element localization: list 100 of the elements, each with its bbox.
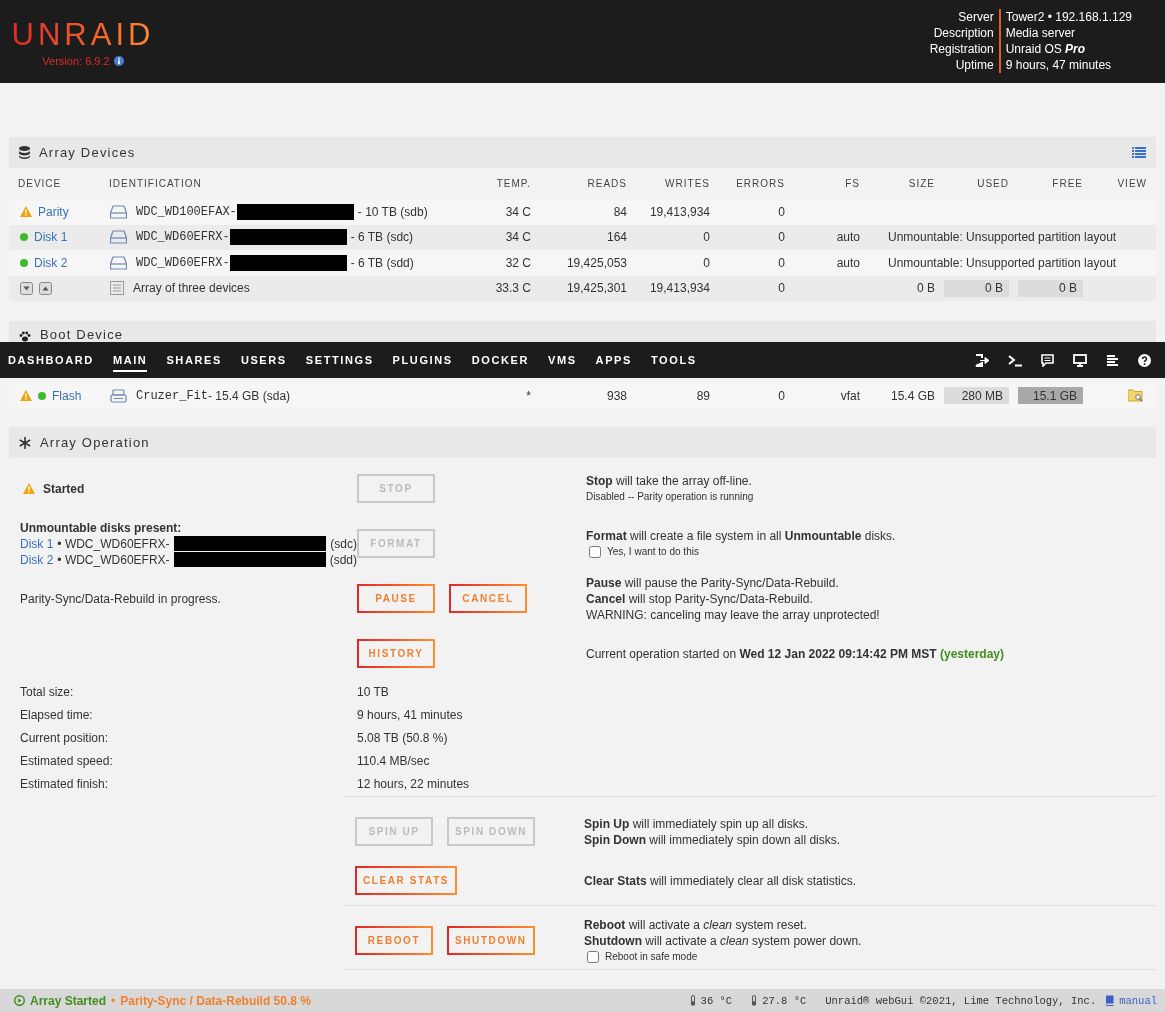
device-link[interactable]: Disk 2 [34, 255, 68, 270]
table-cell-text: 89 [695, 388, 711, 403]
thermometer-icon [751, 995, 758, 1006]
disk-device: (sdd) [329, 551, 357, 568]
stat-value: 10 TB [357, 684, 390, 701]
info-value: Unraid OS Pro [1004, 41, 1087, 57]
version-text: Version: 6.9.2 [42, 55, 110, 67]
table-cell-text: 19,413,934 [648, 281, 711, 296]
chat-icon[interactable] [1041, 353, 1054, 367]
unmountable-heading: Unmountable disks present: [20, 519, 183, 536]
nav-tab[interactable]: PLUGINS [392, 350, 453, 372]
disk-model: • WDC_WD60EFRX- [57, 535, 170, 552]
collapse-icon[interactable] [20, 281, 33, 295]
device-link[interactable]: Flash [52, 388, 82, 403]
help-icon[interactable] [1138, 353, 1151, 367]
info-label: Description [929, 25, 1001, 41]
stat-value: 9 hours, 41 minutes [357, 707, 464, 724]
separator: • [111, 993, 116, 1008]
table-cell-text: 0 [702, 230, 711, 245]
description-text: Format will create a file system in all Unmountable disks. [586, 528, 896, 543]
array-status: Started [43, 481, 85, 496]
usage-value: 0 B [985, 281, 1004, 296]
logout-icon[interactable] [975, 353, 989, 367]
device-link[interactable]: Disk 1 [34, 230, 68, 245]
nav-tab[interactable]: TOOLS [650, 350, 697, 372]
stat-label: Estimated speed: [20, 753, 114, 770]
folder-search-icon[interactable] [1128, 389, 1144, 402]
panel-title: Array Operation [40, 435, 150, 450]
column-header: USED [976, 178, 1010, 189]
table-cell-text: 0 [777, 388, 786, 403]
nav-tab[interactable]: SETTINGS [305, 350, 374, 372]
stat-value: 5.08 TB (50.8 %) [357, 730, 449, 747]
nav-tab[interactable]: DASHBOARD [8, 350, 94, 372]
terminal-icon[interactable] [1008, 353, 1022, 367]
table-cell-text: 32 C [504, 255, 532, 270]
list-icon[interactable] [1132, 147, 1146, 158]
description-text: Pause will pause the Parity-Sync/Data-Rebuild. [586, 575, 839, 590]
info-icon[interactable] [113, 56, 124, 66]
stat-value: 110.4 MB/sec [357, 753, 431, 770]
device-link[interactable]: Parity [38, 204, 69, 219]
column-header: TEMP. [495, 178, 532, 189]
database-icon [19, 146, 30, 159]
disk-model: WDC_WD60EFRX- [136, 230, 230, 245]
panel-title: Array Devices [39, 145, 136, 160]
table-cell-text: 0 B [916, 281, 936, 296]
column-header: DEVICE [17, 178, 63, 189]
nav-tab[interactable]: USERS [240, 350, 287, 372]
nav-tab[interactable]: MAIN [112, 350, 148, 372]
copyright-text: Unraid® webGui ©2021, Lime Technology, Inc. [825, 994, 1097, 1007]
disk-link[interactable]: Disk 2 [20, 551, 54, 568]
info-value: Media server [1004, 25, 1077, 41]
usage-value: 0 B [1059, 281, 1078, 296]
nav-tab[interactable]: SHARES [166, 350, 222, 372]
column-header: WRITES [664, 178, 711, 189]
manual-link[interactable]: manual [1119, 994, 1157, 1007]
table-cell-text: * [525, 388, 532, 403]
info-label: Registration [929, 41, 1001, 57]
nav-tab[interactable]: VMS [547, 350, 577, 372]
disk-capacity: - 15.4 GB (sda) [208, 388, 291, 403]
temperature: 27.8 °C [762, 994, 807, 1007]
table-cell-text: 84 [612, 204, 628, 219]
checkbox[interactable] [589, 545, 601, 558]
relative-time: (yesterday) [938, 646, 1004, 661]
table-cell-text: 938 [605, 388, 628, 403]
nav-tab[interactable]: APPS [595, 350, 632, 372]
thermometer-icon [689, 995, 696, 1006]
operation-status: Parity-Sync/Data-Rebuild in progress. [20, 591, 221, 606]
table-cell-text: 15.4 GB [889, 388, 936, 403]
array-state: Array Started [30, 993, 107, 1008]
table-cell-text: auto [835, 255, 861, 270]
disk-capacity: - 10 TB (sdb) [357, 204, 428, 219]
column-header: VIEW [1116, 178, 1148, 189]
snowflake-icon [19, 436, 31, 449]
description-text: Cancel will stop Parity-Sync/Data-Rebuild. [586, 591, 813, 606]
stat-label: Total size: [20, 684, 75, 701]
expand-icon[interactable] [39, 281, 52, 295]
checkbox-label: Reboot in safe mode [605, 949, 698, 964]
disk-model: • WDC_WD60EFRX- [57, 551, 170, 568]
table-cell-text: 0 [702, 255, 711, 270]
table-cell-text: vfat [839, 388, 861, 403]
monitor-icon[interactable] [1073, 353, 1087, 367]
info-value: Tower2 • 192.168.1.129 [1004, 9, 1132, 25]
usage-value: 15.1 GB [1032, 388, 1078, 403]
hard-drive-icon [110, 204, 127, 219]
description-text: Current operation started on Wed 12 Jan 2022 09:14:42 PM MST [586, 646, 937, 661]
column-header: READS [586, 178, 628, 189]
nav-tab[interactable]: DOCKER [471, 350, 529, 372]
stat-label: Current position: [20, 730, 110, 747]
log-icon[interactable] [1106, 353, 1119, 367]
column-header: IDENTIFICATION [108, 178, 203, 189]
info-value: 9 hours, 47 minutes [1004, 57, 1113, 73]
table-cell-text: 164 [605, 230, 628, 245]
warning-icon [23, 483, 35, 494]
temperature: 36 °C [700, 994, 733, 1007]
column-header: ERRORS [735, 178, 786, 189]
table-cell-text: 0 [777, 281, 786, 296]
play-icon [14, 995, 25, 1006]
disk-link[interactable]: Disk 1 [20, 535, 54, 552]
disk-model: WDC_WD100EFAX- [136, 204, 237, 219]
checkbox[interactable] [587, 950, 599, 963]
